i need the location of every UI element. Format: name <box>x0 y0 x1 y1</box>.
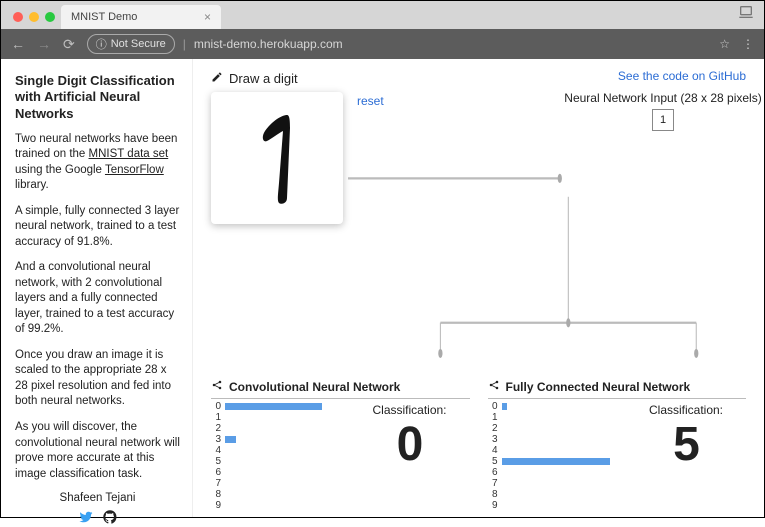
bar-label: 0 <box>488 401 498 412</box>
bar-row: 7 <box>488 478 627 489</box>
bar-label: 2 <box>488 423 498 434</box>
bar-label: 5 <box>211 456 221 467</box>
url-zone[interactable]: ⓘ Not Secure | mnist-demo.herokuapp.com <box>87 34 708 54</box>
reload-button[interactable]: ⟳ <box>63 36 75 53</box>
cnn-class-value: 0 <box>350 421 470 469</box>
bar-label: 3 <box>488 434 498 445</box>
bar-fill <box>225 436 236 443</box>
bar-label: 9 <box>211 500 221 511</box>
bar-label: 4 <box>488 445 498 456</box>
bar-label: 6 <box>488 467 498 478</box>
cnn-bars: 0123456789 <box>211 401 350 511</box>
maximize-window-icon[interactable] <box>45 12 55 22</box>
author-name: Shafeen Tejani <box>15 492 180 504</box>
bar-row: 5 <box>488 456 627 467</box>
tab-bar: MNIST Demo × <box>1 1 764 29</box>
bar-label: 8 <box>211 489 221 500</box>
close-window-icon[interactable] <box>13 12 23 22</box>
twitter-icon[interactable] <box>79 510 93 527</box>
bar-row: 7 <box>211 478 350 489</box>
cnn-title: Convolutional Neural Network <box>229 380 400 394</box>
bar-row: 6 <box>488 467 627 478</box>
drawing-canvas[interactable] <box>211 92 343 224</box>
bar-row: 2 <box>488 423 627 434</box>
bar-label: 3 <box>211 434 221 445</box>
intro-p3: And a convolutional neural network, with… <box>15 260 180 338</box>
url-text: mnist-demo.herokuapp.com <box>194 37 343 51</box>
fcn-class-label: Classification: <box>626 403 746 417</box>
cnn-class-label: Classification: <box>350 403 470 417</box>
bar-fill <box>502 403 508 410</box>
cnn-panel: Convolutional Neural Network 0123456789 … <box>211 379 470 511</box>
fcn-class-value: 5 <box>626 421 746 469</box>
tab-close-icon[interactable]: × <box>204 10 211 24</box>
bar-row: 1 <box>211 412 350 423</box>
bar-row: 0 <box>211 401 350 412</box>
intro-p1: Two neural networks have been trained on… <box>15 132 180 194</box>
bar-label: 1 <box>488 412 498 423</box>
bar-label: 0 <box>211 401 221 412</box>
bar-fill <box>225 403 322 410</box>
bar-label: 2 <box>211 423 221 434</box>
bar-row: 4 <box>211 445 350 456</box>
bar-label: 9 <box>488 500 498 511</box>
bar-row: 3 <box>211 434 350 445</box>
bar-row: 6 <box>211 467 350 478</box>
intro-p5: As you will discover, the convolutional … <box>15 420 180 482</box>
bar-row: 8 <box>488 489 627 500</box>
bar-label: 4 <box>211 445 221 456</box>
bar-label: 6 <box>211 467 221 478</box>
bar-row: 1 <box>488 412 627 423</box>
mnist-link[interactable]: MNIST data set <box>89 148 169 160</box>
share-icon <box>488 379 500 394</box>
fcn-title: Fully Connected Neural Network <box>506 380 691 394</box>
page-title: Single Digit Classification with Artific… <box>15 73 180 122</box>
tensorflow-link[interactable]: TensorFlow <box>105 164 164 176</box>
bar-row: 3 <box>488 434 627 445</box>
forward-button: → <box>37 36 51 52</box>
main-area: See the code on GitHub Draw a digit rese… <box>193 59 764 517</box>
security-text: Not Secure <box>111 38 166 50</box>
bar-row: 8 <box>211 489 350 500</box>
info-icon: ⓘ <box>96 36 107 52</box>
security-badge[interactable]: ⓘ Not Secure <box>87 34 175 54</box>
bar-row: 9 <box>488 500 627 511</box>
fcn-panel: Fully Connected Neural Network 012345678… <box>488 379 747 511</box>
fcn-bars: 0123456789 <box>488 401 627 511</box>
tab-title: MNIST Demo <box>71 11 137 23</box>
bar-label: 1 <box>211 412 221 423</box>
account-icon[interactable] <box>738 4 754 27</box>
bar-row: 5 <box>211 456 350 467</box>
window-controls <box>9 12 61 29</box>
intro-p2: A simple, fully connected 3 layer neural… <box>15 204 180 251</box>
back-button[interactable]: ← <box>11 36 25 52</box>
sidebar: Single Digit Classification with Artific… <box>1 59 193 517</box>
bar-label: 8 <box>488 489 498 500</box>
bar-row: 2 <box>211 423 350 434</box>
pencil-icon <box>211 71 223 86</box>
bar-fill <box>502 458 610 465</box>
menu-icon[interactable]: ⋮ <box>742 37 754 51</box>
minimize-window-icon[interactable] <box>29 12 39 22</box>
intro-p4: Once you draw an image it is scaled to t… <box>15 348 180 410</box>
social-links <box>15 510 180 527</box>
browser-chrome: MNIST Demo × ← → ⟳ ⓘ Not Secure | mnist-… <box>1 1 764 59</box>
bar-label: 7 <box>211 478 221 489</box>
browser-tab[interactable]: MNIST Demo × <box>61 5 221 29</box>
github-icon[interactable] <box>103 510 117 527</box>
bar-row: 4 <box>488 445 627 456</box>
results-row: Convolutional Neural Network 0123456789 … <box>211 379 746 511</box>
page-content: Single Digit Classification with Artific… <box>1 59 764 517</box>
bar-label: 7 <box>488 478 498 489</box>
share-icon <box>211 379 223 394</box>
bookmark-icon[interactable]: ☆ <box>719 37 730 51</box>
bar-label: 5 <box>488 456 498 467</box>
bar-row: 9 <box>211 500 350 511</box>
bar-row: 0 <box>488 401 627 412</box>
address-bar: ← → ⟳ ⓘ Not Secure | mnist-demo.herokuap… <box>1 29 764 59</box>
